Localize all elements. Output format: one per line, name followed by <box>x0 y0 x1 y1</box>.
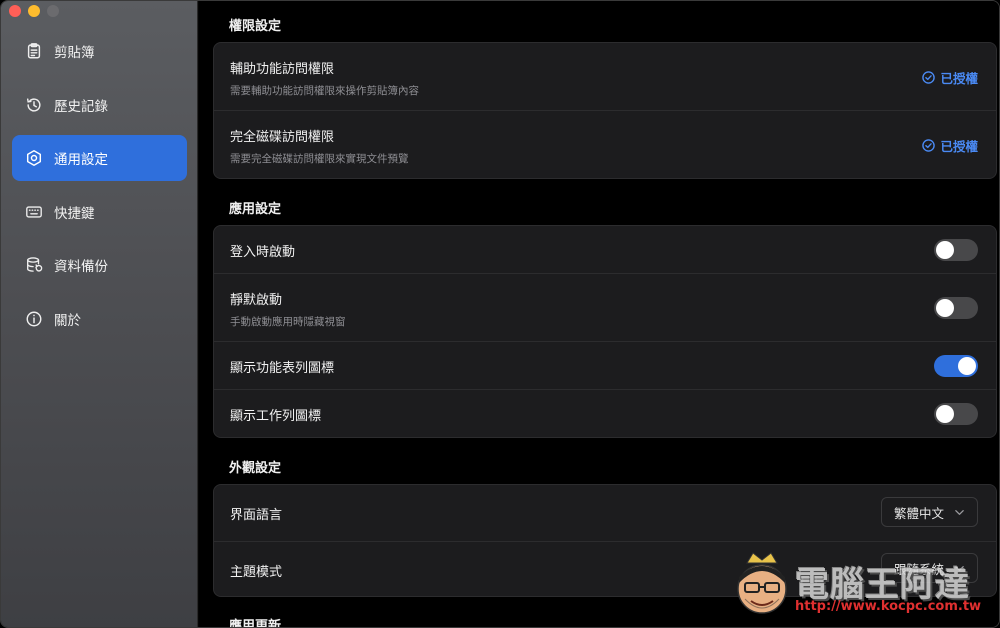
section-title-permissions: 權限設定 <box>229 19 282 34</box>
info-icon <box>24 309 44 329</box>
launch-at-login-toggle[interactable] <box>934 239 978 261</box>
sidebar-item-label: 剪貼簿 <box>54 45 95 61</box>
sidebar-item-label: 通用設定 <box>54 152 108 168</box>
window-controls <box>9 5 59 17</box>
setting-row-launch-at-login: 登入時啟動 <box>214 226 996 274</box>
sidebar-item-label: 資料備份 <box>54 259 108 275</box>
sidebar-item-about[interactable]: 關於 <box>12 296 187 342</box>
taskbar-icon-toggle[interactable] <box>934 403 978 425</box>
row-title: 輔助功能訪問權限 <box>230 62 335 77</box>
keyboard-icon <box>24 202 44 222</box>
setting-row-menubar-icon: 顯示功能表列圖標 <box>214 342 996 390</box>
silent-start-toggle[interactable] <box>934 297 978 319</box>
sidebar-item-history[interactable]: 歷史記錄 <box>12 82 187 128</box>
toggle-knob <box>936 299 954 317</box>
setting-row-silent-start: 靜默啟動 手動啟動應用時隱藏視窗 <box>214 274 996 342</box>
sidebar-nav: 剪貼簿 歷史記錄 通用設定 快捷鍵 資料備份 關於 <box>12 28 187 349</box>
section-title-app-update: 應用更新 <box>229 619 282 628</box>
row-title: 完全磁碟訪問權限 <box>230 130 335 145</box>
row-title: 主題模式 <box>230 565 283 580</box>
row-title: 顯示功能表列圖標 <box>230 361 335 376</box>
toggle-knob <box>936 241 954 259</box>
history-icon <box>24 95 44 115</box>
minimize-window-button[interactable] <box>28 5 40 17</box>
menubar-icon-toggle[interactable] <box>934 355 978 377</box>
sidebar-item-clipboard[interactable]: 剪貼簿 <box>12 28 187 74</box>
row-title: 登入時啟動 <box>230 245 296 260</box>
clipboard-icon <box>24 41 44 61</box>
select-value: 繁體中文 <box>893 505 944 521</box>
close-window-button[interactable] <box>9 5 21 17</box>
status-label: 已授權 <box>940 139 978 154</box>
row-description: 需要完全磁碟訪問權限來實現文件預覽 <box>230 153 409 165</box>
accessibility-granted-status: 已授權 <box>922 68 978 87</box>
language-select[interactable]: 繁體中文 <box>880 497 978 527</box>
chevron-down-icon <box>955 509 964 515</box>
database-backup-icon <box>24 255 44 275</box>
sidebar-item-backup[interactable]: 資料備份 <box>12 242 187 288</box>
toggle-knob <box>936 405 954 423</box>
full-disk-granted-status: 已授權 <box>922 136 978 155</box>
setting-row-interface-language: 界面語言 繁體中文 <box>214 485 996 542</box>
app-settings-card: 登入時啟動 靜默啟動 手動啟動應用時隱藏視窗 顯示功能表列圖標 顯示工作列圖標 <box>213 225 997 438</box>
status-label: 已授權 <box>940 71 978 86</box>
section-title-app-settings: 應用設定 <box>229 202 282 217</box>
permission-row-full-disk: 完全磁碟訪問權限 需要完全磁碟訪問權限來實現文件預覽 已授權 <box>214 111 996 178</box>
row-title: 靜默啟動 <box>230 293 283 308</box>
row-title: 顯示工作列圖標 <box>230 409 322 424</box>
app-window: 剪貼簿 歷史記錄 通用設定 快捷鍵 資料備份 關於 權限設定 輔助功能訪問權限 … <box>0 0 1000 628</box>
sidebar: 剪貼簿 歷史記錄 通用設定 快捷鍵 資料備份 關於 <box>1 1 198 627</box>
site-watermark: 電腦王阿達 http://www.kocpc.com.tw <box>731 547 993 623</box>
check-circle-icon <box>922 71 936 84</box>
toggle-knob <box>958 357 976 375</box>
section-title-appearance: 外觀設定 <box>229 461 282 476</box>
sidebar-item-label: 關於 <box>54 312 81 329</box>
mascot-logo <box>737 552 787 614</box>
sidebar-item-shortcuts[interactable]: 快捷鍵 <box>12 189 187 235</box>
settings-hexagon-icon <box>24 148 44 168</box>
zoom-window-button[interactable] <box>47 5 59 17</box>
sidebar-item-label: 歷史記錄 <box>54 98 108 115</box>
row-title: 界面語言 <box>230 508 283 523</box>
row-description: 需要輔助功能訪問權限來操作剪貼簿內容 <box>230 85 419 97</box>
permissions-card: 輔助功能訪問權限 需要輔助功能訪問權限來操作剪貼簿內容 已授權 完全磁碟訪問權限… <box>213 42 997 179</box>
setting-row-taskbar-icon: 顯示工作列圖標 <box>214 390 996 437</box>
sidebar-item-general-settings[interactable]: 通用設定 <box>12 135 187 181</box>
settings-main: 權限設定 輔助功能訪問權限 需要輔助功能訪問權限來操作剪貼簿內容 已授權 完全磁… <box>199 1 999 628</box>
check-circle-icon <box>922 139 936 152</box>
watermark-url: http://www.kocpc.com.tw <box>795 599 982 614</box>
sidebar-item-label: 快捷鍵 <box>54 205 95 222</box>
permission-row-accessibility: 輔助功能訪問權限 需要輔助功能訪問權限來操作剪貼簿內容 已授權 <box>214 43 996 111</box>
row-description: 手動啟動應用時隱藏視窗 <box>230 316 346 328</box>
